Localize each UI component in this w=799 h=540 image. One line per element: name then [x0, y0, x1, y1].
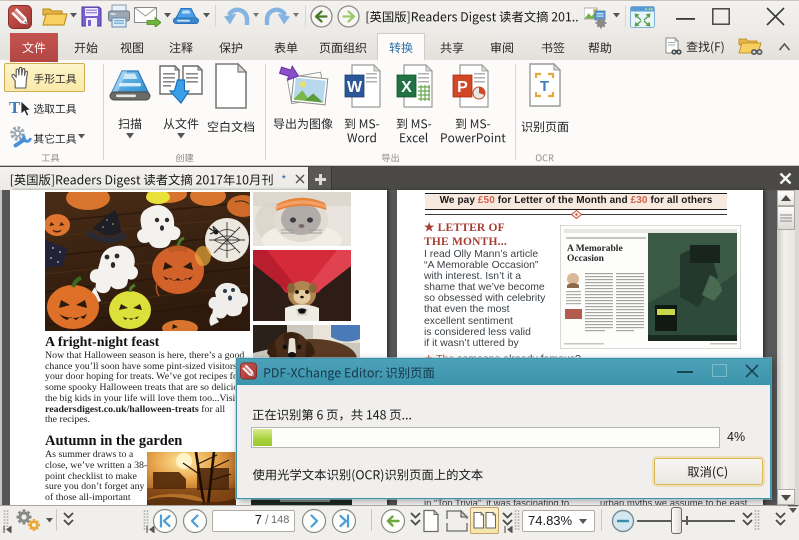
svg-text:A Memorable: A Memorable — [567, 244, 623, 254]
svg-text:T: T — [540, 78, 549, 95]
svg-text:Occasion: Occasion — [567, 254, 605, 264]
svg-text:X: X — [401, 79, 412, 96]
svg-text:W: W — [347, 79, 363, 96]
svg-text:T: T — [9, 98, 21, 117]
svg-text:P: P — [457, 79, 468, 96]
